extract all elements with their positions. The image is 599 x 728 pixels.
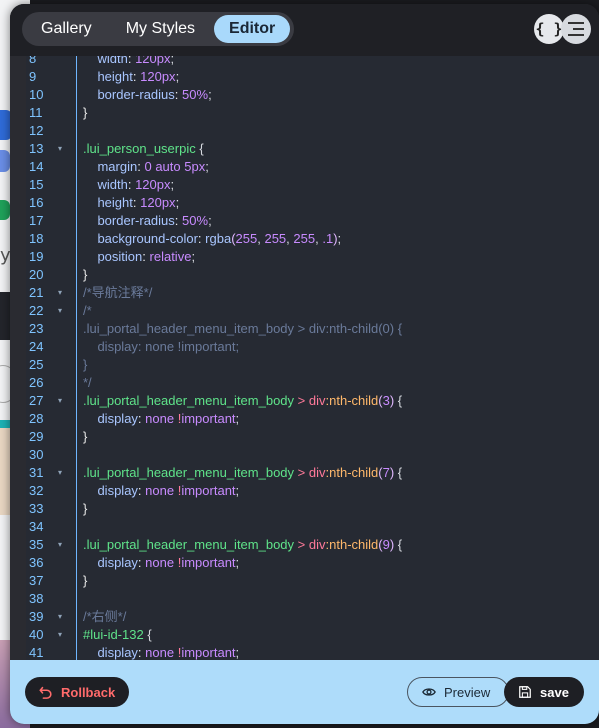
line-number: 10 <box>29 87 44 102</box>
line-number: 14 <box>29 159 44 174</box>
preview-button[interactable]: Preview <box>407 677 509 707</box>
code-line[interactable]: .lui_person_userpic { <box>83 140 204 158</box>
save-label: save <box>540 684 569 700</box>
line-number: 33 <box>29 501 44 516</box>
code-line[interactable]: border-radius: 50%; <box>83 212 211 230</box>
line-number: 30 <box>29 447 44 462</box>
line-number: 17 <box>29 213 44 228</box>
line-number: 32 <box>29 483 44 498</box>
fold-arrow-icon[interactable]: ▾ <box>58 626 62 644</box>
code-line[interactable]: } <box>83 500 87 518</box>
tab-my-styles[interactable]: My Styles <box>111 15 210 43</box>
code-line[interactable]: /*右侧*/ <box>83 608 126 626</box>
fold-arrow-icon[interactable]: ▾ <box>58 140 62 158</box>
line-number: 21 <box>29 285 44 300</box>
code-line[interactable]: .lui_portal_header_menu_item_body > div:… <box>83 320 402 338</box>
code-line[interactable]: height: 120px; <box>83 194 179 212</box>
line-number: 36 <box>29 555 44 570</box>
code-line[interactable]: width: 120px; <box>83 56 174 68</box>
editor-topbar: Gallery My Styles Editor { } <box>10 4 599 56</box>
code-line[interactable]: border-radius: 50%; <box>83 86 211 104</box>
line-number: 9 <box>29 69 37 84</box>
style-editor-panel: Gallery My Styles Editor { } 8 9 10 11 12 13 ▾… <box>10 4 599 724</box>
code-line[interactable]: background-color: rgba(255, 255, 255, .1… <box>83 230 341 248</box>
line-number: 37 <box>29 573 44 588</box>
braces-icon[interactable]: { } <box>534 14 564 44</box>
rollback-button[interactable]: Rollback <box>25 677 130 707</box>
fold-arrow-icon[interactable]: ▾ <box>58 608 62 626</box>
line-number: 15 <box>29 177 44 192</box>
line-number: 22 <box>29 303 44 318</box>
code-line[interactable]: .lui_portal_header_menu_item_body > div:… <box>83 392 402 410</box>
code-line[interactable]: .lui_portal_header_menu_item_body > div:… <box>83 536 402 554</box>
code-line[interactable]: display: none !important; <box>83 554 239 572</box>
line-number: 34 <box>29 519 44 534</box>
code-line[interactable]: height: 120px; <box>83 68 179 86</box>
line-number: 35 <box>29 537 44 552</box>
line-number: 40 <box>29 627 44 642</box>
code-line[interactable]: margin: 0 auto 5px; <box>83 158 208 176</box>
code-line[interactable]: } <box>83 356 87 374</box>
tab-bar: Gallery My Styles Editor <box>22 12 295 46</box>
floppy-disk-icon <box>519 686 531 698</box>
code-line[interactable]: display: none !important; <box>83 338 239 356</box>
code-line[interactable]: position: relative; <box>83 248 195 266</box>
code-line[interactable]: display: none !important; <box>83 644 239 661</box>
fold-arrow-icon[interactable]: ▾ <box>58 464 62 482</box>
eye-icon <box>422 688 436 696</box>
line-number: 13 <box>29 141 44 156</box>
code-line[interactable]: } <box>83 572 87 590</box>
line-number: 8 <box>29 56 37 66</box>
rollback-label: Rollback <box>61 684 116 700</box>
save-button[interactable]: save <box>504 677 584 707</box>
line-number: 25 <box>29 357 44 372</box>
code-editor[interactable]: 8 9 10 11 12 13 ▾ 14 15 16 17 18 19 20 21 ▾ 22 ▾ 23 24 25 26 2… <box>26 56 599 661</box>
preview-label: Preview <box>444 684 491 700</box>
fold-arrow-icon[interactable]: ▾ <box>58 284 62 302</box>
undo-icon <box>39 686 52 699</box>
line-number: 26 <box>29 375 44 390</box>
line-number: 28 <box>29 411 44 426</box>
line-number: 41 <box>29 645 44 660</box>
line-number: 23 <box>29 321 44 336</box>
fold-arrow-icon[interactable]: ▾ <box>58 536 62 554</box>
code-line[interactable]: } <box>83 428 87 446</box>
line-number: 29 <box>29 429 44 444</box>
line-number: 19 <box>29 249 44 264</box>
fold-arrow-icon[interactable]: ▾ <box>58 302 62 320</box>
line-number: 24 <box>29 339 44 354</box>
code-line[interactable]: .lui_portal_header_menu_item_body > div:… <box>83 464 402 482</box>
line-number: 20 <box>29 267 44 282</box>
code-line[interactable]: /*导航注释*/ <box>83 284 152 302</box>
code-line[interactable]: width: 120px; <box>83 176 174 194</box>
code-line[interactable]: } <box>83 104 87 122</box>
line-number: 12 <box>29 123 44 138</box>
line-number: 16 <box>29 195 44 210</box>
line-number: 31 <box>29 465 44 480</box>
code-line[interactable]: /* <box>83 302 92 320</box>
line-number: 11 <box>29 105 43 120</box>
code-line[interactable]: */ <box>83 374 92 392</box>
code-line[interactable]: display: none !important; <box>83 410 239 428</box>
line-number: 18 <box>29 231 44 246</box>
line-number: 38 <box>29 591 44 606</box>
tab-editor[interactable]: Editor <box>214 15 291 43</box>
line-number: 39 <box>29 609 44 624</box>
tab-gallery[interactable]: Gallery <box>26 15 107 43</box>
editor-footer: Rollback Preview save <box>10 660 599 724</box>
code-line[interactable]: #lui-id-132 { <box>83 626 152 644</box>
line-number: 27 <box>29 393 44 408</box>
fold-arrow-icon[interactable]: ▾ <box>58 392 62 410</box>
code-line[interactable]: display: none !important; <box>83 482 239 500</box>
outline-icon[interactable] <box>561 14 591 44</box>
code-line[interactable]: } <box>83 266 87 284</box>
